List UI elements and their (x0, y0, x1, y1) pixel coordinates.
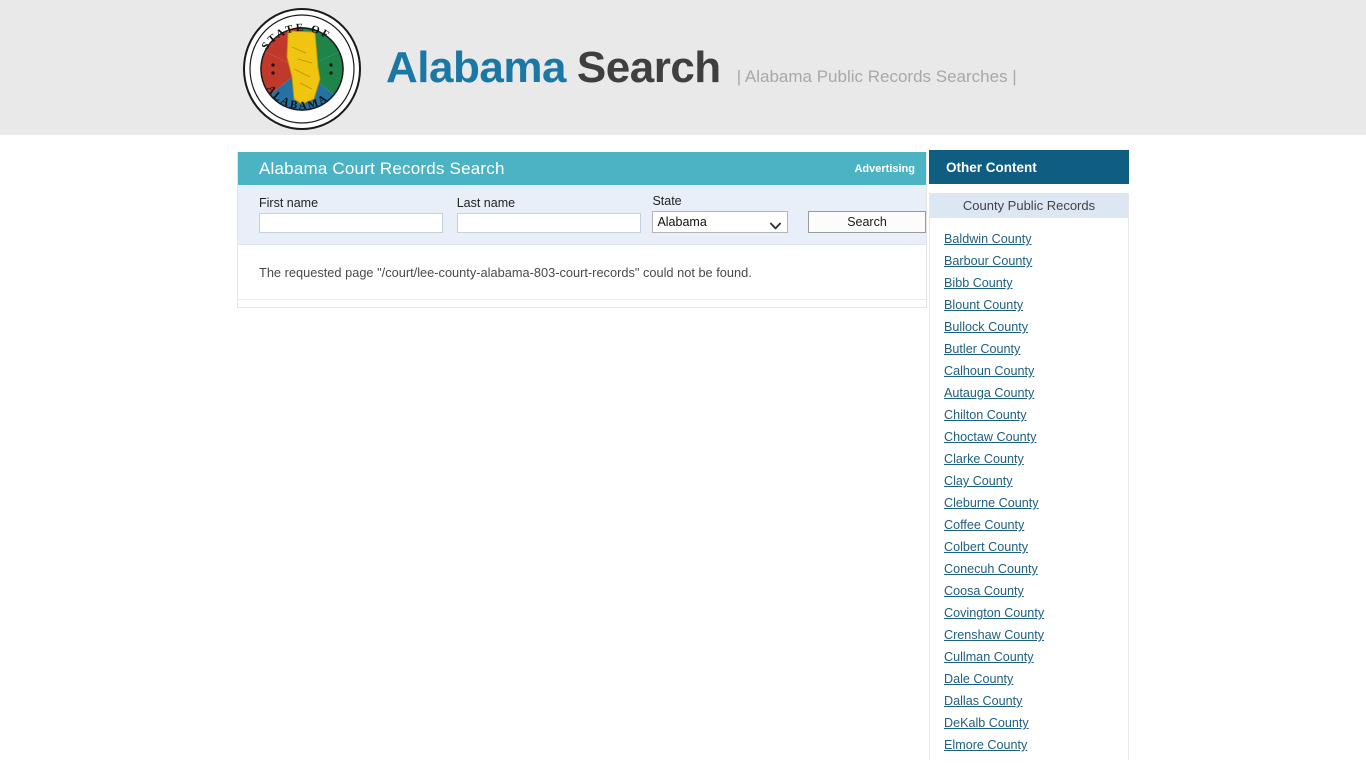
list-item: Cleburne County (930, 492, 1128, 514)
county-link[interactable]: Clarke County (944, 452, 1024, 466)
list-item: Bibb County (930, 272, 1128, 294)
list-item: Crenshaw County (930, 624, 1128, 646)
list-item: Coosa County (930, 580, 1128, 602)
county-link[interactable]: Baldwin County (944, 232, 1032, 246)
county-link[interactable]: Colbert County (944, 540, 1028, 554)
sidebar-subheader: County Public Records (930, 193, 1128, 218)
county-link[interactable]: Calhoun County (944, 364, 1034, 378)
site-tagline: | Alabama Public Records Searches | (736, 66, 1017, 86)
panel-header: Alabama Court Records Search Advertising (238, 152, 926, 185)
county-link[interactable]: Covington County (944, 606, 1044, 620)
state-group: State Alabama (652, 194, 789, 233)
panel-footer (238, 300, 926, 307)
list-item: Covington County (930, 602, 1128, 624)
county-link[interactable]: Choctaw County (944, 430, 1036, 444)
list-item: DeKalb County (930, 712, 1128, 734)
sidebar-header-label: Other Content (946, 159, 1037, 175)
sidebar: Other Content County Public Records Bald… (929, 150, 1129, 760)
site-masthead: STATE OF ALABAMA Alabama Search | Alabam… (0, 0, 1366, 135)
state-label: State (652, 194, 682, 208)
site-title[interactable]: Alabama Search | Alabama Public Records … (386, 43, 1017, 93)
list-item: Baldwin County (930, 228, 1128, 250)
sidebar-subheader-label: County Public Records (962, 198, 1096, 213)
list-item: Autauga County (930, 382, 1128, 404)
county-link[interactable]: Coffee County (944, 518, 1024, 532)
first-name-group: First name (259, 196, 443, 233)
county-link[interactable]: Barbour County (944, 254, 1032, 268)
list-item: Dallas County (930, 690, 1128, 712)
list-item: Colbert County (930, 536, 1128, 558)
list-item: Coffee County (930, 514, 1128, 536)
county-link[interactable]: Dallas County (944, 694, 1022, 708)
county-link[interactable]: Autauga County (944, 386, 1034, 400)
last-name-group: Last name (456, 196, 641, 233)
list-item: Blount County (930, 294, 1128, 316)
county-link[interactable]: Chilton County (944, 408, 1027, 422)
search-form: First name Last name State Alabama Searc… (238, 185, 926, 245)
list-item: Chilton County (930, 404, 1128, 426)
list-item: Elmore County (930, 734, 1128, 756)
sidebar-header: Other Content (929, 150, 1129, 184)
list-item: Butler County (930, 338, 1128, 360)
search-button-group: Search (808, 211, 926, 233)
county-link[interactable]: Conecuh County (944, 562, 1038, 576)
county-link[interactable]: Elmore County (944, 738, 1027, 752)
county-link[interactable]: DeKalb County (944, 716, 1029, 730)
first-name-input[interactable] (259, 213, 443, 233)
sidebar-box: County Public Records Baldwin County Barb… (929, 193, 1129, 760)
county-link[interactable]: Cleburne County (944, 496, 1039, 510)
county-link[interactable]: Cullman County (944, 650, 1034, 664)
list-item: Choctaw County (930, 426, 1128, 448)
site-title-primary: Alabama (386, 42, 566, 92)
county-link[interactable]: Crenshaw County (944, 628, 1044, 642)
county-link[interactable]: Blount County (944, 298, 1023, 312)
list-item: Dale County (930, 668, 1128, 690)
site-title-secondary: Search (576, 42, 721, 92)
search-button[interactable]: Search (808, 211, 926, 233)
county-link[interactable]: Bullock County (944, 320, 1028, 334)
county-link[interactable]: Dale County (944, 672, 1013, 686)
content-body: The requested page "/court/lee-county-al… (238, 245, 926, 300)
last-name-input[interactable] (456, 213, 641, 233)
list-item: Bullock County (930, 316, 1128, 338)
last-name-label: Last name (456, 196, 516, 210)
county-link[interactable]: Butler County (944, 342, 1020, 356)
county-link[interactable]: Clay County (944, 474, 1013, 488)
list-item: Conecuh County (930, 558, 1128, 580)
list-item: Clarke County (930, 448, 1128, 470)
alabama-state-seal-icon: STATE OF ALABAMA (240, 7, 364, 131)
county-link[interactable]: Bibb County (944, 276, 1013, 290)
first-name-label: First name (259, 196, 319, 210)
list-item: Clay County (930, 470, 1128, 492)
list-item: Calhoun County (930, 360, 1128, 382)
county-link[interactable]: Coosa County (944, 584, 1024, 598)
list-item: Cullman County (930, 646, 1128, 668)
list-item: Barbour County (930, 250, 1128, 272)
state-select[interactable]: Alabama (652, 211, 789, 233)
county-list: Baldwin County Barbour County Bibb County B… (930, 218, 1128, 756)
advertising-label: Advertising (854, 162, 915, 175)
main-content-panel: Alabama Court Records Search Advertising… (237, 152, 927, 308)
panel-title: Alabama Court Records Search (259, 158, 505, 178)
page-not-found-message: The requested page "/court/lee-county-al… (259, 265, 752, 280)
